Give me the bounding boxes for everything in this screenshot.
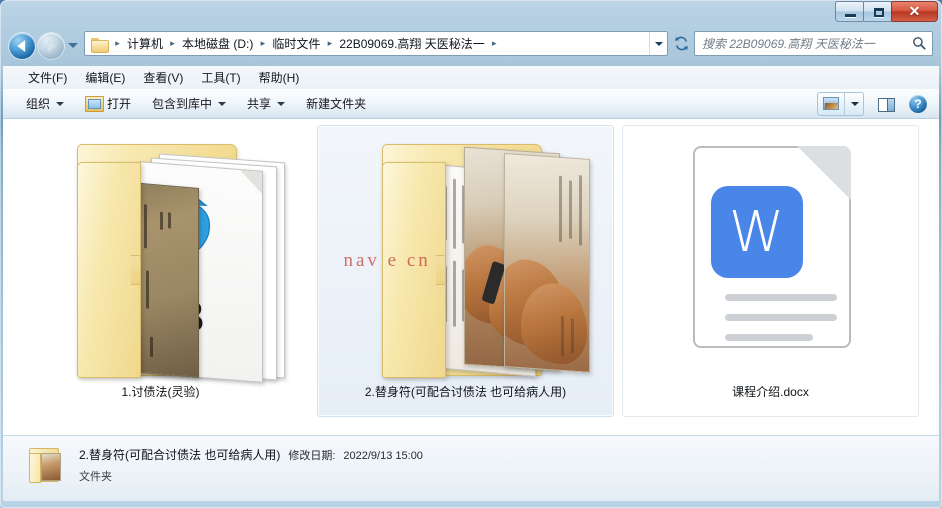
page-corner-icon (239, 170, 262, 194)
file-name-label: 2.替身符(可配合讨债法 也可给病人用) (364, 385, 567, 399)
command-toolbar: 组织 打开 包含到库中 共享 新建文件夹 ? (3, 89, 939, 119)
view-options-group (817, 92, 864, 116)
watermark-text: nav e cn (343, 250, 431, 271)
share-label: 共享 (247, 97, 272, 111)
details-type: 文件夹 (79, 471, 112, 483)
refresh-icon (675, 36, 688, 51)
maximize-icon (874, 8, 884, 17)
share-button[interactable]: 共享 (238, 90, 294, 117)
title-bar: ✕ (0, 0, 942, 26)
document-page-icon (692, 146, 851, 348)
search-box[interactable]: 搜索 22B09069.高翔 天医秘法一 (694, 31, 933, 56)
address-bar[interactable]: ▸ 计算机 ▸ 本地磁盘 (D:) ▸ 临时文件 ▸ 22B09069.高翔 天… (84, 31, 668, 56)
menu-item-file[interactable]: 文件(F) (19, 66, 76, 89)
details-modified-label: 修改日期: (288, 450, 336, 462)
wps-word-icon (710, 186, 803, 278)
breadcrumb-separator[interactable]: ▸ (111, 38, 124, 49)
organize-button[interactable]: 组织 (17, 90, 73, 117)
chevron-down-icon (56, 101, 65, 106)
photo-preview (503, 152, 590, 374)
close-button[interactable]: ✕ (891, 1, 938, 22)
search-icon[interactable] (908, 32, 932, 55)
open-button[interactable]: 打开 (76, 90, 140, 117)
preview-pane-icon (878, 98, 895, 112)
breadcrumb-separator[interactable]: ▸ (256, 38, 269, 49)
folder-thumbnail-1: 3 (31, 132, 291, 383)
help-button[interactable]: ? (905, 92, 931, 116)
folder-thumbnail-2: nav e cn (336, 132, 596, 380)
breadcrumb-separator[interactable]: ▸ (166, 38, 179, 49)
include-in-library-button[interactable]: 包含到库中 (143, 90, 235, 117)
address-dropdown-button[interactable] (649, 32, 667, 55)
breadcrumb-item-current-folder[interactable]: 22B09069.高翔 天医秘法一 (336, 33, 487, 54)
explorer-window: ✕ ▸ 计算机 ▸ 本地磁盘 (D:) ▸ 临时文件 ▸ 22B09069.高翔… (0, 0, 942, 508)
window-resize-grip[interactable] (0, 501, 942, 508)
help-icon: ? (909, 95, 927, 113)
file-item-docx[interactable]: 课程介绍.docx (622, 125, 919, 417)
change-view-button[interactable] (818, 93, 844, 115)
file-list[interactable]: 3 (3, 119, 939, 435)
search-input[interactable]: 搜索 22B09069.高翔 天医秘法一 (695, 35, 908, 52)
breadcrumb-item-temp-files[interactable]: 临时文件 (269, 33, 323, 54)
new-folder-button[interactable]: 新建文件夹 (297, 90, 375, 117)
file-item-folder-2[interactable]: nav e cn 2.替身符(可配合讨债法 也可给病人用) (317, 125, 614, 417)
view-dropdown-button[interactable] (844, 93, 863, 115)
details-name: 2.替身符(可配合讨债法 也可给病人用) (79, 448, 281, 462)
close-icon: ✕ (908, 3, 921, 19)
folder-icon (91, 37, 109, 53)
details-primary-line: 2.替身符(可配合讨债法 也可给病人用) 修改日期: 2022/9/13 15:… (79, 446, 423, 463)
file-name-label: 课程介绍.docx (732, 385, 809, 399)
forward-button[interactable] (38, 33, 64, 59)
docx-thumbnail (641, 132, 901, 380)
file-name-label: 1.讨债法(灵验) (121, 385, 200, 399)
chevron-down-icon (218, 101, 227, 106)
menu-item-edit[interactable]: 编辑(E) (76, 66, 134, 89)
folder-front-icon (76, 162, 141, 378)
breadcrumb-separator[interactable]: ▸ (323, 38, 336, 49)
thumbnails-view-icon (823, 97, 839, 110)
address-bar-row: ▸ 计算机 ▸ 本地磁盘 (D:) ▸ 临时文件 ▸ 22B09069.高翔 天… (0, 26, 942, 66)
breadcrumb: ▸ 计算机 ▸ 本地磁盘 (D:) ▸ 临时文件 ▸ 22B09069.高翔 天… (85, 32, 649, 55)
window-controls: ✕ (835, 1, 938, 22)
file-item-folder-1[interactable]: 3 (12, 125, 309, 417)
details-pane: 2.替身符(可配合讨债法 也可给病人用) 修改日期: 2022/9/13 15:… (3, 435, 939, 501)
doc-text-line (724, 334, 813, 341)
page-corner-icon (796, 146, 851, 200)
breadcrumb-item-local-disk[interactable]: 本地磁盘 (D:) (179, 33, 256, 54)
breadcrumb-item-computer[interactable]: 计算机 (124, 33, 166, 54)
organize-label: 组织 (26, 97, 51, 111)
back-button[interactable] (9, 33, 35, 59)
doc-text-line (724, 314, 837, 321)
recent-locations-button[interactable] (68, 43, 78, 48)
chevron-down-icon (277, 101, 286, 106)
details-folder-icon (25, 445, 71, 485)
include-in-library-label: 包含到库中 (152, 97, 213, 111)
maximize-button[interactable] (863, 1, 892, 22)
minimize-icon (845, 14, 856, 17)
doc-text-line (724, 294, 837, 301)
menu-item-tools[interactable]: 工具(T) (192, 66, 249, 89)
refresh-button[interactable] (670, 31, 693, 56)
preview-pane-button[interactable] (872, 92, 899, 116)
open-label: 打开 (107, 97, 132, 111)
menu-bar: 文件(F) 编辑(E) 查看(V) 工具(T) 帮助(H) (3, 66, 939, 89)
minimize-button[interactable] (835, 1, 864, 22)
menu-item-view[interactable]: 查看(V) (134, 66, 192, 89)
open-folder-icon (85, 96, 105, 112)
breadcrumb-separator[interactable]: ▸ (488, 38, 501, 49)
details-text: 2.替身符(可配合讨债法 也可给病人用) 修改日期: 2022/9/13 15:… (79, 445, 423, 484)
details-modified-value: 2022/9/13 15:00 (343, 450, 423, 462)
new-folder-label: 新建文件夹 (306, 97, 367, 111)
arrow-left-icon (17, 40, 26, 52)
menu-item-help[interactable]: 帮助(H) (250, 66, 309, 89)
arrow-right-icon (47, 40, 56, 52)
toolbar-right-group: ? (817, 91, 931, 117)
